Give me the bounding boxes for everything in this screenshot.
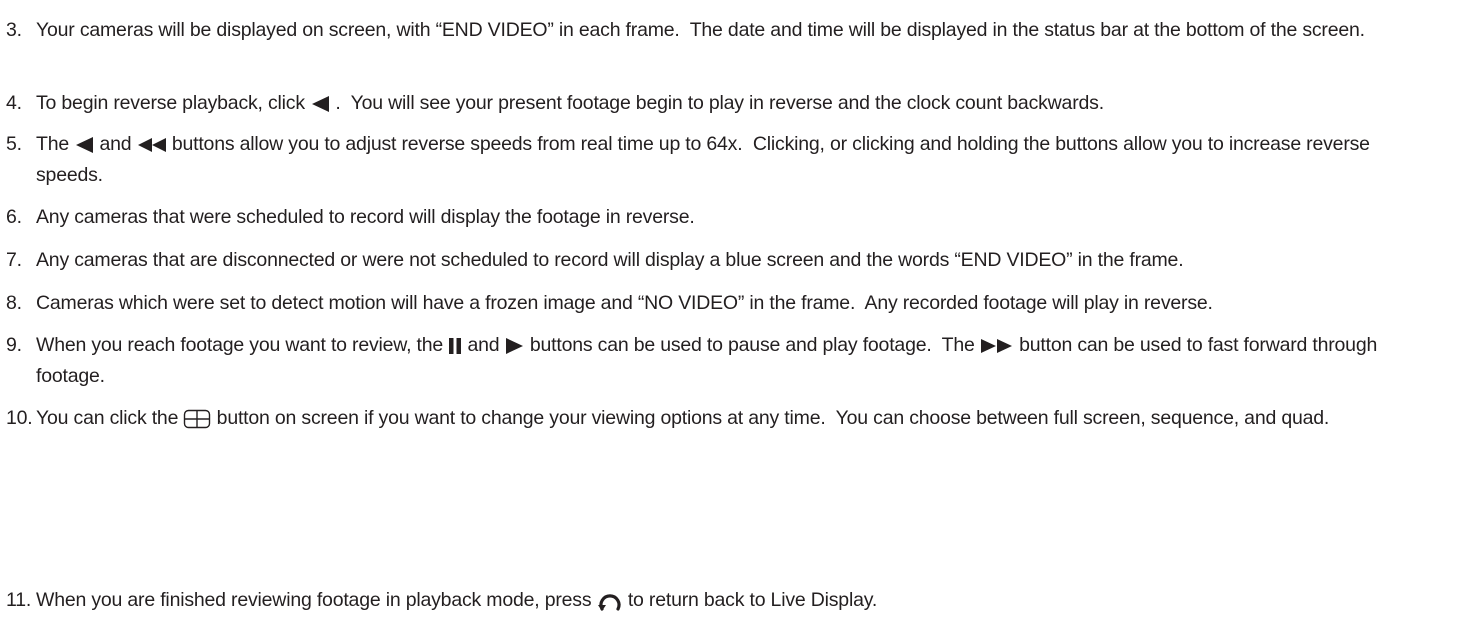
return-icon: [597, 590, 623, 612]
text-run: When you are finished reviewing footage …: [36, 589, 597, 611]
text-run: buttons can be used to pause and play fo…: [524, 334, 980, 356]
item-text: Cameras which were set to detect motion …: [36, 288, 1441, 319]
item-text: When you reach footage you want to revie…: [36, 330, 1441, 392]
play-icon: [505, 337, 525, 355]
text-run: Any cameras that are disconnected or wer…: [36, 249, 1184, 271]
item-number: 8.: [6, 292, 22, 314]
text-run: Cameras which were set to detect motion …: [36, 292, 1213, 314]
text-run: The: [36, 133, 75, 155]
item-number: 6.: [6, 206, 22, 228]
fast-forward-icon: [980, 337, 1014, 355]
text-run: button on screen if you want to change y…: [211, 407, 1330, 429]
item-number: 4.: [6, 92, 22, 114]
fast-reverse-icon: [137, 136, 167, 154]
reverse-play-icon: [74, 136, 94, 154]
text-run: You can click the: [36, 407, 184, 429]
item-number: 11.: [6, 589, 32, 611]
pause-icon: [448, 337, 462, 355]
item-number: 7.: [6, 249, 22, 271]
item-text: Any cameras that were scheduled to recor…: [36, 202, 1441, 233]
item-text: Your cameras will be displayed on screen…: [36, 15, 1441, 46]
item-text: You can click the button on screen if yo…: [36, 403, 1441, 434]
quad-view-icon: [183, 409, 211, 429]
text-run: Any cameras that were scheduled to recor…: [36, 206, 695, 228]
text-run: To begin reverse playback, click: [36, 92, 311, 114]
text-run: buttons allow you to adjust reverse spee…: [36, 133, 1376, 186]
text-run: and: [94, 133, 137, 155]
text-run: Your cameras will be displayed on screen…: [36, 19, 1365, 41]
item-text: The and buttons allow you to adjust reve…: [36, 129, 1441, 191]
item-number: 10.: [6, 407, 33, 429]
text-run: and: [462, 334, 505, 356]
item-number: 3.: [6, 19, 22, 41]
item-number: 5.: [6, 133, 22, 155]
item-text: When you are finished reviewing footage …: [36, 585, 1441, 616]
text-run: When you reach footage you want to revie…: [36, 334, 449, 356]
item-text: To begin reverse playback, click . You w…: [36, 88, 1441, 119]
reverse-play-icon: [310, 95, 330, 113]
text-run: to return back to Live Display.: [622, 589, 878, 611]
text-run: . You will see your present footage begi…: [330, 92, 1104, 114]
manual-page: 3. Your cameras will be displayed on scr…: [0, 0, 1458, 638]
item-text: Any cameras that are disconnected or wer…: [36, 245, 1441, 276]
item-number: 9.: [6, 334, 22, 356]
